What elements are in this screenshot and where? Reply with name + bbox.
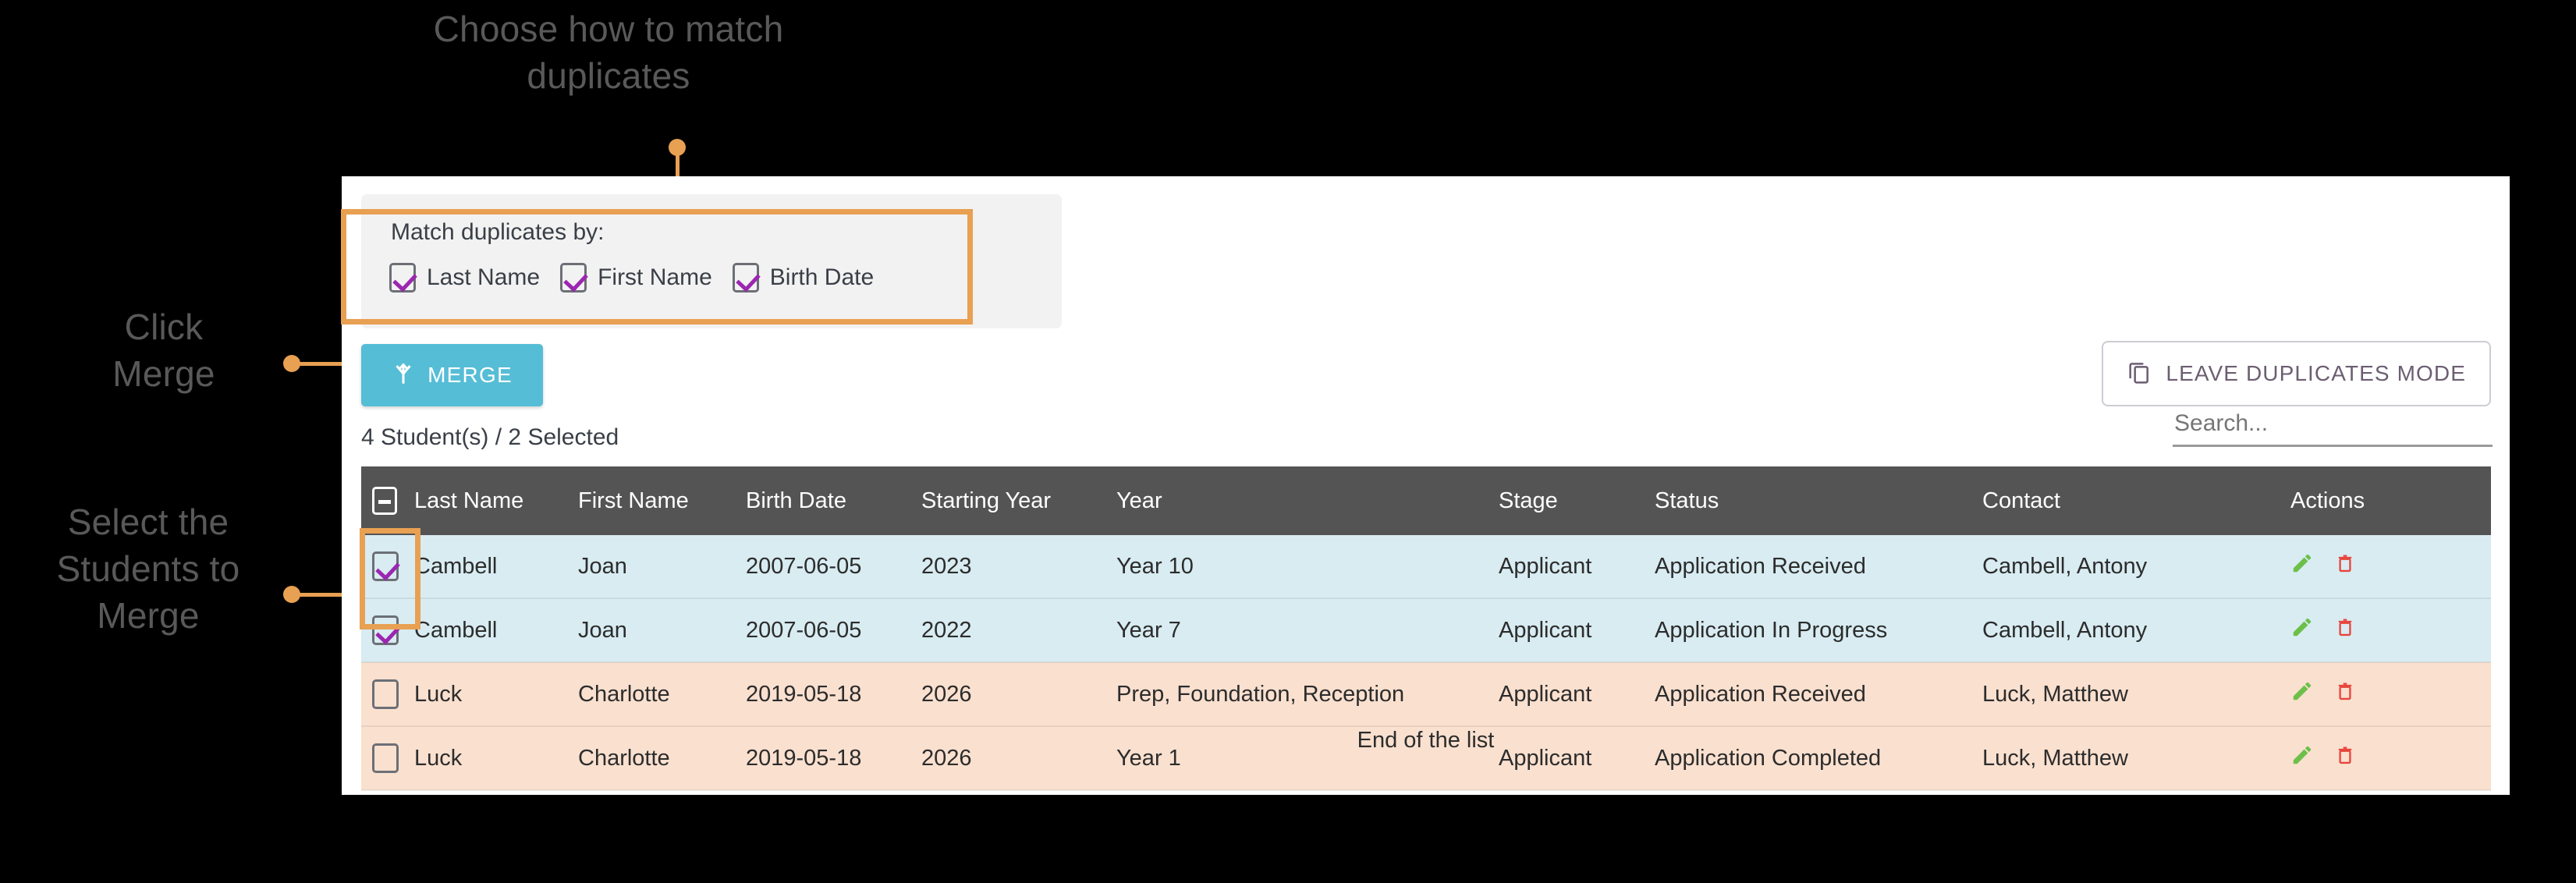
- cell-first-name: Joan: [578, 535, 746, 599]
- checkbox-first-name[interactable]: First Name: [560, 263, 712, 293]
- cell-starting-year: 2023: [921, 535, 1116, 599]
- cell-starting-year: 2022: [921, 598, 1116, 663]
- annotation-click-merge: Click Merge: [112, 307, 215, 394]
- cell-actions: [2290, 662, 2491, 727]
- annotation-choose-match: Choose how to match duplicates: [433, 9, 784, 96]
- cell-year: Prep, Foundation, Reception: [1116, 662, 1499, 727]
- cell-birth-date: 2007-06-05: [746, 535, 921, 599]
- cell-birth-date: 2007-06-05: [746, 598, 921, 663]
- leave-duplicates-mode-button[interactable]: LEAVE DUPLICATES MODE: [2102, 341, 2491, 406]
- checkbox-last-name[interactable]: Last Name: [389, 263, 540, 293]
- annotation-select-students: Select the Students to Merge: [56, 502, 240, 636]
- header-actions: Actions: [2290, 466, 2491, 535]
- trash-icon[interactable]: [2334, 679, 2356, 709]
- cell-stage: Applicant: [1499, 535, 1655, 599]
- row-checkbox[interactable]: [372, 615, 399, 645]
- row-select-cell[interactable]: [361, 535, 414, 599]
- cell-starting-year: 2026: [921, 662, 1116, 727]
- row-select-cell[interactable]: [361, 598, 414, 663]
- cell-last-name: Cambell: [414, 598, 578, 663]
- pencil-icon[interactable]: [2290, 679, 2314, 709]
- row-checkbox[interactable]: [372, 679, 399, 709]
- cell-contact: Luck, Matthew: [1982, 662, 2290, 727]
- cell-stage: Applicant: [1499, 662, 1655, 727]
- header-stage[interactable]: Stage: [1499, 466, 1655, 535]
- header-birth-date[interactable]: Birth Date: [746, 466, 921, 535]
- row-checkbox[interactable]: [372, 551, 399, 581]
- cell-contact: Cambell, Antony: [1982, 598, 2290, 663]
- table-row[interactable]: Cambell Joan 2007-06-05 2022 Year 7 Applicant…: [361, 598, 2491, 663]
- header-select-all-cell[interactable]: [361, 466, 414, 535]
- cell-first-name: Charlotte: [578, 662, 746, 727]
- trash-icon[interactable]: [2334, 615, 2356, 645]
- end-of-list-label: End of the list: [1357, 728, 1495, 753]
- cell-year: Year 10: [1116, 535, 1499, 599]
- cell-actions: [2290, 535, 2491, 599]
- select-all-checkbox[interactable]: [372, 487, 397, 515]
- match-duplicates-panel: Match duplicates by: Last Name First Nam…: [361, 194, 1062, 328]
- student-count-summary: 4 Student(s) / 2 Selected: [361, 424, 619, 450]
- header-contact[interactable]: Contact: [1982, 466, 2290, 535]
- pencil-icon[interactable]: [2290, 615, 2314, 645]
- checkbox-label-first-name: First Name: [598, 264, 712, 290]
- table-head: Last Name First Name Birth Date Starting…: [361, 466, 2491, 535]
- pencil-icon[interactable]: [2290, 551, 2314, 581]
- header-first-name[interactable]: First Name: [578, 466, 746, 535]
- cell-last-name: Cambell: [414, 535, 578, 599]
- cell-first-name: Joan: [578, 598, 746, 663]
- header-last-name[interactable]: Last Name: [414, 466, 578, 535]
- cell-contact: Cambell, Antony: [1982, 535, 2290, 599]
- cell-status: Application Received: [1655, 662, 1982, 727]
- checkbox-label-birth-date: Birth Date: [769, 264, 875, 290]
- header-year[interactable]: Year: [1116, 466, 1499, 535]
- cell-last-name: Luck: [414, 662, 578, 727]
- app-card: Match duplicates by: Last Name First Nam…: [342, 176, 2510, 795]
- match-duplicates-options: Last Name First Name Birth Date: [389, 263, 894, 293]
- checkbox-label-last-name: Last Name: [427, 264, 541, 290]
- header-starting-year[interactable]: Starting Year: [921, 466, 1116, 535]
- merge-button[interactable]: MERGE: [361, 344, 543, 406]
- search-input[interactable]: [2173, 410, 2493, 447]
- call-merge-icon: [392, 361, 415, 390]
- checkbox-birth-date[interactable]: Birth Date: [732, 263, 875, 293]
- table-header-row: Last Name First Name Birth Date Starting…: [361, 466, 2491, 535]
- leave-duplicates-mode-label: LEAVE DUPLICATES MODE: [2166, 361, 2466, 385]
- cell-stage: Applicant: [1499, 598, 1655, 663]
- merge-button-label: MERGE: [428, 363, 513, 387]
- cell-year: Year 7: [1116, 598, 1499, 663]
- header-status[interactable]: Status: [1655, 466, 1982, 535]
- table-row[interactable]: Luck Charlotte 2019-05-18 2026 Prep, Foundat…: [361, 662, 2491, 727]
- checkbox-box-first-name[interactable]: [560, 263, 587, 293]
- checkbox-box-last-name[interactable]: [389, 263, 416, 293]
- table-row[interactable]: Cambell Joan 2007-06-05 2023 Year 10 Applican…: [361, 535, 2491, 599]
- cell-birth-date: 2019-05-18: [746, 662, 921, 727]
- row-select-cell[interactable]: [361, 662, 414, 727]
- search-wrapper: [2173, 410, 2493, 447]
- cell-status: Application Received: [1655, 535, 1982, 599]
- cell-status: Application In Progress: [1655, 598, 1982, 663]
- cell-actions: [2290, 598, 2491, 663]
- content-copy-icon: [2127, 359, 2152, 389]
- checkbox-box-birth-date[interactable]: [732, 263, 759, 293]
- trash-icon[interactable]: [2334, 551, 2356, 581]
- match-duplicates-title: Match duplicates by:: [391, 219, 605, 245]
